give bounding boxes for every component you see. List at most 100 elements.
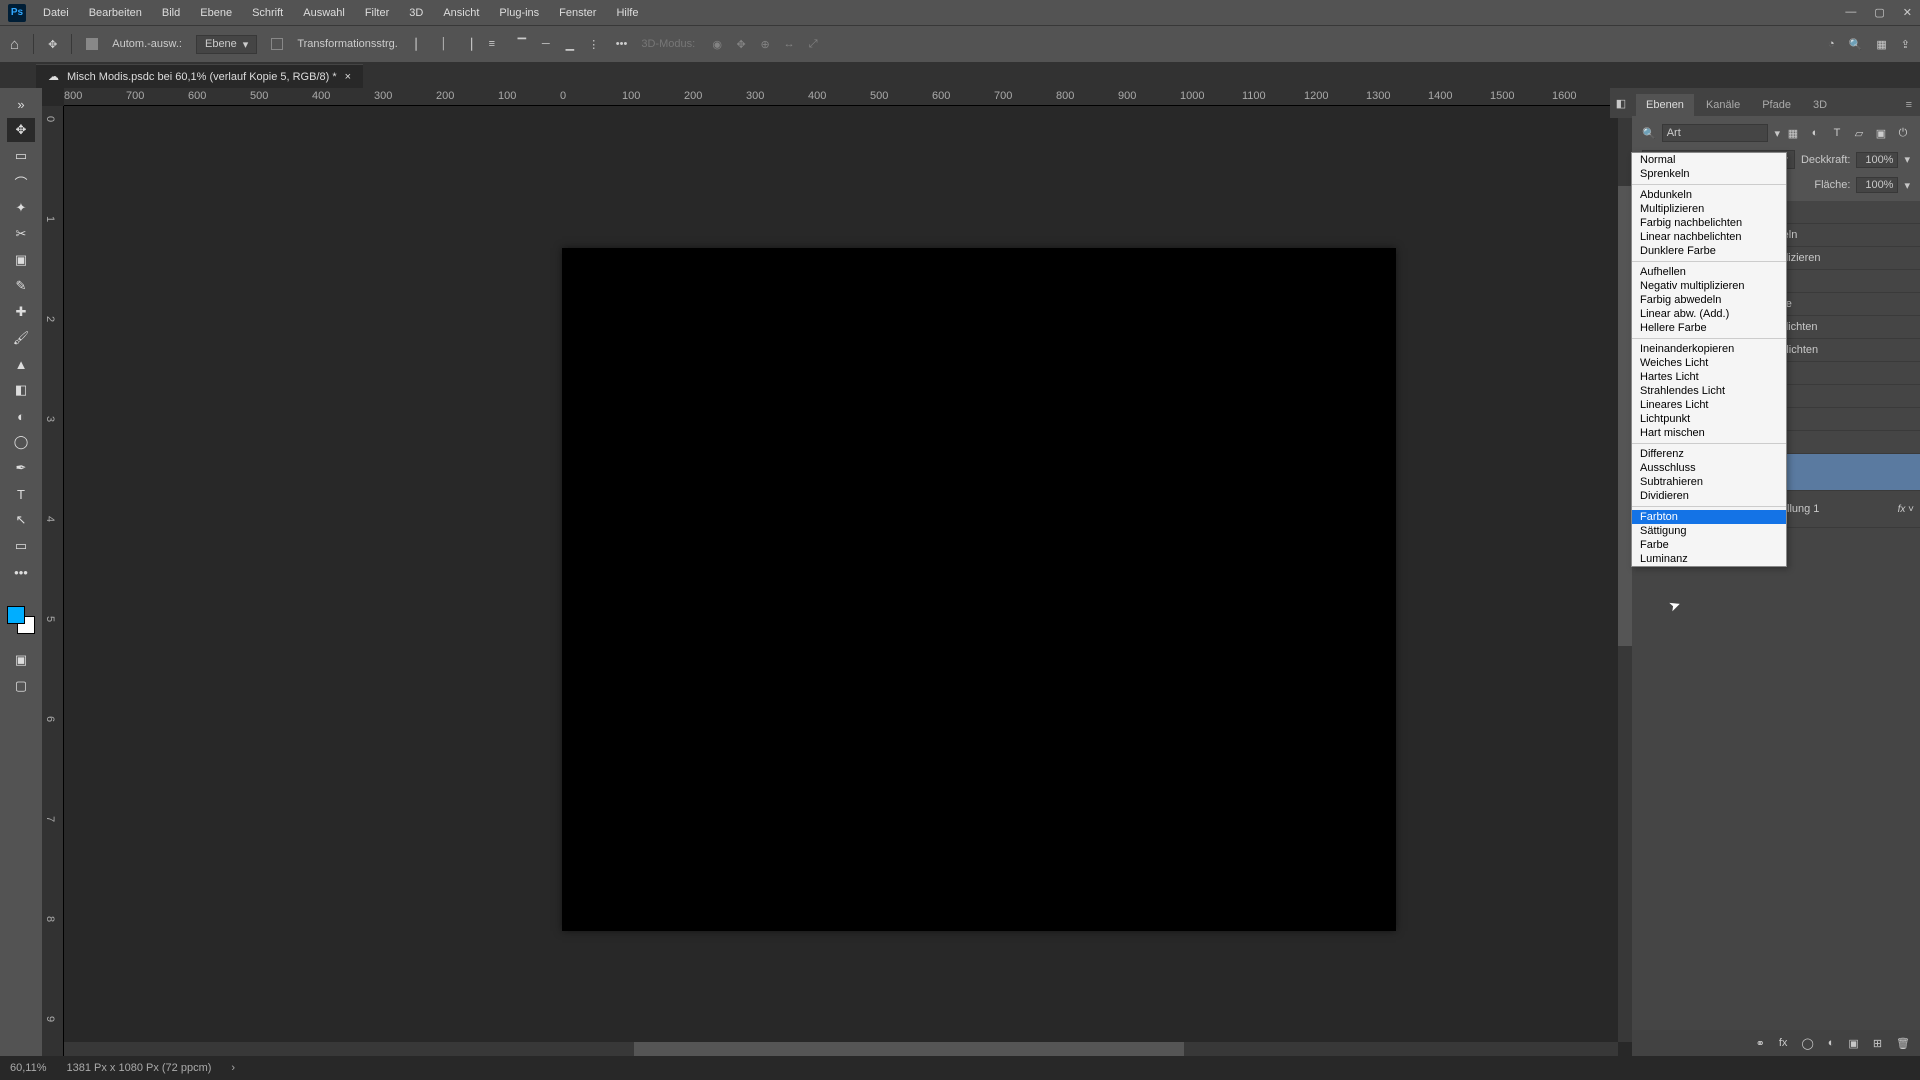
fill-field[interactable]: 100% xyxy=(1856,177,1898,193)
document-tab[interactable]: ☁ Misch Modis.psdc bei 60,1% (verlauf Ko… xyxy=(36,64,363,88)
menu-filter[interactable]: Filter xyxy=(356,3,398,23)
menu-schrift[interactable]: Schrift xyxy=(243,3,292,23)
tab-ebenen[interactable]: Ebenen xyxy=(1636,94,1694,116)
blend-option-differenz[interactable]: Differenz xyxy=(1632,447,1786,461)
share-icon[interactable]: ⇪ xyxy=(1901,38,1910,51)
blend-option-linear-nachbelichten[interactable]: Linear nachbelichten xyxy=(1632,230,1786,244)
tab-kanaele[interactable]: Kanäle xyxy=(1696,94,1750,116)
zoom-level[interactable]: 60,11% xyxy=(10,1062,47,1074)
opacity-field[interactable]: 100% xyxy=(1856,152,1898,168)
menu-auswahl[interactable]: Auswahl xyxy=(294,3,354,23)
menu-ansicht[interactable]: Ansicht xyxy=(434,3,488,23)
dodge-tool[interactable]: ◯ xyxy=(7,430,35,454)
ruler-horizontal[interactable]: 8007006005004003002001000100200300400500… xyxy=(64,88,1632,106)
blend-option-negativ-multiplizieren[interactable]: Negativ multiplizieren xyxy=(1632,279,1786,293)
window-maximize[interactable]: ▢ xyxy=(1874,6,1884,19)
layer-fx-icon[interactable]: fx xyxy=(1779,1037,1788,1049)
layer-fx-indicator[interactable]: fx ˅ xyxy=(1898,504,1914,515)
blend-option-ineinanderkopieren[interactable]: Ineinanderkopieren xyxy=(1632,342,1786,356)
path-select-tool[interactable]: ↖ xyxy=(7,508,35,532)
blend-option-s-ttigung[interactable]: Sättigung xyxy=(1632,524,1786,538)
blend-option-farbton[interactable]: Farbton xyxy=(1632,510,1786,524)
align-left-icon[interactable]: ▏ xyxy=(412,36,428,52)
align-right-icon[interactable]: ▕ xyxy=(460,36,476,52)
blend-option-farbig-abwedeln[interactable]: Farbig abwedeln xyxy=(1632,293,1786,307)
blend-option-hellere-farbe[interactable]: Hellere Farbe xyxy=(1632,321,1786,335)
tab-pfade[interactable]: Pfade xyxy=(1752,94,1801,116)
close-tab-icon[interactable]: × xyxy=(345,71,351,83)
crop-tool[interactable]: ✂ xyxy=(7,222,35,246)
workspace-icon[interactable]: ▦ xyxy=(1876,38,1886,51)
menu-hilfe[interactable]: Hilfe xyxy=(607,3,647,23)
scrollbar-horizontal[interactable] xyxy=(64,1042,1618,1056)
menu-fenster[interactable]: Fenster xyxy=(550,3,605,23)
wand-tool[interactable]: ✦ xyxy=(7,196,35,220)
filter-pixel-icon[interactable]: ▦ xyxy=(1786,126,1800,140)
shape-tool[interactable]: ▭ xyxy=(7,534,35,558)
lasso-tool[interactable]: ⌒ xyxy=(7,170,35,194)
collapsed-panel-strip[interactable]: ◧ xyxy=(1610,88,1632,118)
align-bottom-icon[interactable]: ▁ xyxy=(562,36,578,52)
blend-option-aufhellen[interactable]: Aufhellen xyxy=(1632,265,1786,279)
blend-option-weiches-licht[interactable]: Weiches Licht xyxy=(1632,356,1786,370)
filter-adjust-icon[interactable]: ◐ xyxy=(1808,126,1822,140)
blend-option-lineares-licht[interactable]: Lineares Licht xyxy=(1632,398,1786,412)
quickmask-tool[interactable]: ▣ xyxy=(7,648,35,672)
gradient-tool[interactable]: ◐ xyxy=(7,404,35,428)
blend-option-sprenkeln[interactable]: Sprenkeln xyxy=(1632,167,1786,181)
marquee-tool[interactable]: ▭ xyxy=(7,144,35,168)
ruler-vertical[interactable]: 01234567891 xyxy=(42,106,64,1056)
edit-toolbar[interactable]: ••• xyxy=(7,560,35,584)
blend-option-farbig-nachbelichten[interactable]: Farbig nachbelichten xyxy=(1632,216,1786,230)
screenmode-tool[interactable]: ▢ xyxy=(7,674,35,698)
panel-flyout-icon[interactable]: ≡ xyxy=(1898,94,1920,116)
distribute-h-icon[interactable]: ≡ xyxy=(484,36,500,52)
pen-tool[interactable]: ✒ xyxy=(7,456,35,480)
new-layer-icon[interactable]: ⊞ xyxy=(1873,1037,1882,1050)
blend-option-abdunkeln[interactable]: Abdunkeln xyxy=(1632,188,1786,202)
align-top-icon[interactable]: ▔ xyxy=(514,36,530,52)
blend-option-strahlendes-licht[interactable]: Strahlendes Licht xyxy=(1632,384,1786,398)
search-icon[interactable]: 🔍 xyxy=(1849,38,1863,51)
filter-toggle-icon[interactable]: ⏻ xyxy=(1896,126,1910,140)
menu-ebene[interactable]: Ebene xyxy=(191,3,241,23)
filter-smart-icon[interactable]: ▣ xyxy=(1874,126,1888,140)
type-tool[interactable]: T xyxy=(7,482,35,506)
link-layers-icon[interactable]: ⚭ xyxy=(1756,1037,1765,1050)
heal-tool[interactable]: ✚ xyxy=(7,300,35,324)
status-chevron-icon[interactable]: › xyxy=(231,1062,235,1074)
menu-bild[interactable]: Bild xyxy=(153,3,189,23)
new-group-icon[interactable]: ▣ xyxy=(1848,1037,1858,1050)
brush-tool[interactable]: 🖌 xyxy=(7,326,35,350)
canvas[interactable] xyxy=(562,248,1396,931)
blend-option-linear-abw-add-[interactable]: Linear abw. (Add.) xyxy=(1632,307,1786,321)
color-swatches[interactable] xyxy=(7,606,35,634)
window-close[interactable]: ✕ xyxy=(1903,6,1912,19)
auto-select-target[interactable]: Ebene▾ xyxy=(196,35,257,54)
window-minimize[interactable]: — xyxy=(1845,6,1856,19)
delete-layer-icon[interactable]: 🗑 xyxy=(1896,1037,1910,1050)
menu-bearbeiten[interactable]: Bearbeiten xyxy=(80,3,151,23)
align-middle-icon[interactable]: ─ xyxy=(538,36,554,52)
blend-option-normal[interactable]: Normal xyxy=(1632,153,1786,167)
frame-tool[interactable]: ▣ xyxy=(7,248,35,272)
eyedropper-tool[interactable]: ✎ xyxy=(7,274,35,298)
blend-option-farbe[interactable]: Farbe xyxy=(1632,538,1786,552)
adjustment-layer-icon[interactable]: ◐ xyxy=(1828,1037,1835,1049)
menu-3d[interactable]: 3D xyxy=(400,3,432,23)
blend-option-subtrahieren[interactable]: Subtrahieren xyxy=(1632,475,1786,489)
menu-plugins[interactable]: Plug-ins xyxy=(490,3,548,23)
blend-option-hartes-licht[interactable]: Hartes Licht xyxy=(1632,370,1786,384)
menu-datei[interactable]: Datei xyxy=(34,3,78,23)
blend-option-dunklere-farbe[interactable]: Dunklere Farbe xyxy=(1632,244,1786,258)
filter-type-icon[interactable]: T xyxy=(1830,126,1844,140)
tool-collapse[interactable]: » xyxy=(7,92,35,116)
blend-option-multiplizieren[interactable]: Multiplizieren xyxy=(1632,202,1786,216)
blend-option-ausschluss[interactable]: Ausschluss xyxy=(1632,461,1786,475)
distribute-v-icon[interactable]: ⋮ xyxy=(586,36,602,52)
tab-3d[interactable]: 3D xyxy=(1803,94,1837,116)
auto-select-checkbox[interactable] xyxy=(86,38,98,50)
home-icon[interactable]: ⌂ xyxy=(10,36,19,53)
align-center-h-icon[interactable]: │ xyxy=(436,36,452,52)
filter-shape-icon[interactable]: ▱ xyxy=(1852,126,1866,140)
